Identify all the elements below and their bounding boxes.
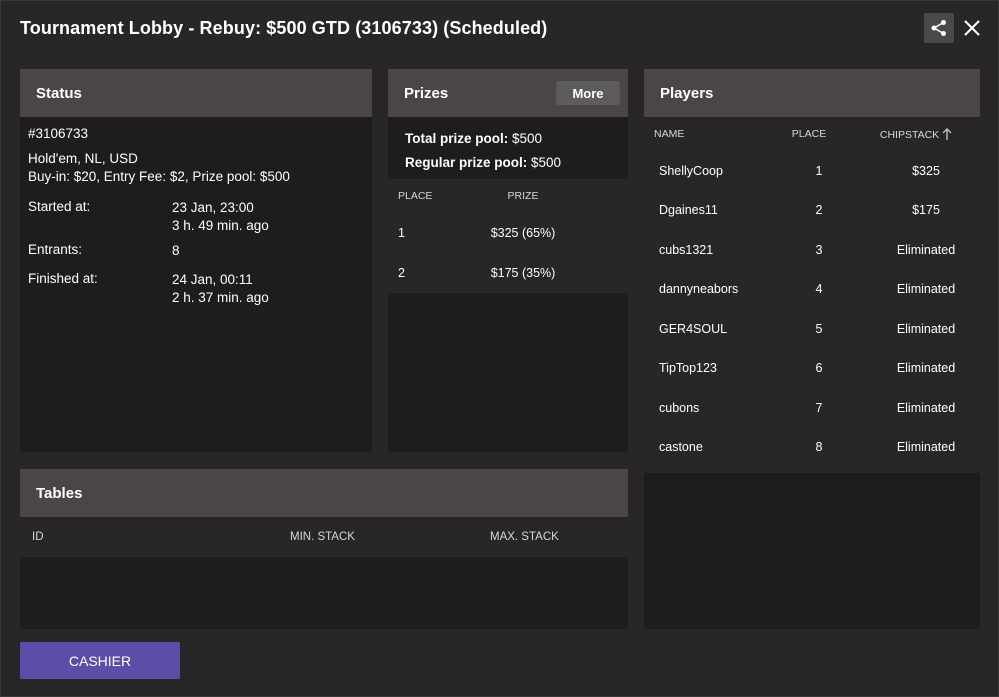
player-place: 1 — [815, 163, 823, 178]
player-place: 2 — [815, 203, 823, 218]
player-chipstack: $325 — [912, 163, 940, 178]
col-id[interactable]: ID — [20, 531, 280, 543]
prizes-header: Prizes More — [388, 69, 628, 117]
share-icon — [931, 20, 946, 36]
player-chipstack: Eliminated — [896, 242, 956, 257]
tables-header: Tables — [20, 469, 628, 517]
player-chipstack: Eliminated — [896, 440, 956, 455]
table-row[interactable]: ShellyCoop 1 $325 — [644, 151, 980, 191]
player-place: 4 — [815, 282, 823, 297]
share-button[interactable] — [924, 13, 954, 43]
finished-row: Finished at: 24 Jan, 00:11 2 h. 37 min. … — [28, 271, 364, 307]
more-button[interactable]: More — [556, 81, 620, 105]
window-title: Tournament Lobby - Rebuy: $500 GTD (3106… — [20, 18, 548, 38]
players-table-header: NAME PLACE CHIPSTACK — [644, 117, 980, 151]
player-chipstack: Eliminated — [896, 321, 956, 336]
table-row[interactable]: GER4SOUL 5 Eliminated — [644, 309, 980, 349]
finished-ago: 2 h. 37 min. ago — [172, 290, 269, 305]
players-panel: Players NAME PLACE CHIPSTACK ShellyCoop … — [644, 69, 980, 629]
player-name: TipTop123 — [659, 361, 717, 376]
close-icon — [964, 20, 980, 36]
table-row[interactable]: Dgaines11 2 $175 — [644, 191, 980, 231]
buyin-info: Buy-in: $20, Entry Fee: $2, Prize pool: … — [28, 169, 290, 184]
prize-place: 2 — [398, 266, 405, 280]
player-place: 8 — [815, 440, 823, 455]
tables-panel: Tables ID MIN. STACK MAX. STACK — [20, 469, 628, 629]
col-chipstack-label: CHIPSTACK — [879, 128, 940, 141]
player-chipstack: Eliminated — [896, 400, 956, 415]
player-name: cubs1321 — [659, 242, 714, 257]
player-place: 3 — [815, 242, 823, 257]
player-chipstack: $175 — [912, 203, 940, 218]
game-type: Hold'em, NL, USD — [28, 151, 138, 166]
started-value: 23 Jan, 23:00 — [172, 200, 254, 215]
total-prize-label: Total prize pool: — [405, 131, 509, 146]
tables-table-header: ID MIN. STACK MAX. STACK — [20, 517, 628, 557]
table-row[interactable]: cubons 7 Eliminated — [644, 388, 980, 428]
player-name: Dgaines11 — [659, 203, 718, 218]
player-name: castone — [659, 440, 703, 455]
entrants-value: 8 — [172, 243, 180, 258]
status-header: Status — [20, 69, 372, 117]
prize-place: 1 — [398, 226, 405, 240]
player-place: 5 — [815, 321, 823, 336]
player-name: ShellyCoop — [659, 163, 723, 178]
col-place: PLACE — [398, 190, 433, 202]
player-name: dannyneabors — [659, 282, 739, 297]
total-prize-value: $500 — [512, 131, 543, 146]
col-name[interactable]: NAME — [644, 128, 754, 140]
prize-table: PLACE PRIZE 1 $325 (65%) 2 $175 (35%) — [388, 179, 628, 293]
players-header: Players — [644, 69, 980, 117]
entrants-row: Entrants: 8 — [28, 242, 364, 260]
arrow-up-icon — [942, 127, 952, 140]
player-place: 6 — [815, 361, 823, 376]
tournament-lobby-window: Tournament Lobby - Rebuy: $500 GTD (3106… — [0, 0, 999, 697]
col-min-stack[interactable]: MIN. STACK — [280, 531, 480, 543]
entrants-label: Entrants: — [28, 242, 83, 257]
col-place[interactable]: PLACE — [754, 128, 864, 140]
close-button[interactable] — [959, 15, 985, 41]
player-name: cubons — [659, 400, 700, 415]
prizes-panel: Prizes More Total prize pool: $500 Regul… — [388, 69, 628, 452]
col-max-stack[interactable]: MAX. STACK — [480, 531, 628, 543]
table-row[interactable]: cubs1321 3 Eliminated — [644, 230, 980, 270]
player-chipstack: Eliminated — [896, 282, 956, 297]
table-row[interactable]: castone 8 Eliminated — [644, 428, 980, 468]
prize-summary: Total prize pool: $500 Regular prize poo… — [388, 117, 628, 179]
tables-list — [20, 557, 628, 629]
started-row: Started at: 23 Jan, 23:00 3 h. 49 min. a… — [28, 199, 364, 235]
player-name: GER4SOUL — [659, 321, 728, 336]
started-label: Started at: — [28, 199, 91, 214]
finished-value: 24 Jan, 00:11 — [172, 272, 253, 287]
regular-prize-label: Regular prize pool: — [405, 155, 528, 170]
col-chipstack[interactable]: CHIPSTACK — [864, 127, 980, 141]
cashier-button[interactable]: CASHIER — [20, 642, 180, 679]
table-row[interactable]: TipTop123 6 Eliminated — [644, 349, 980, 389]
table-row[interactable]: dannyneabors 4 Eliminated — [644, 270, 980, 310]
prize-amount: $325 (65%) — [490, 226, 556, 240]
finished-label: Finished at: — [28, 271, 98, 286]
table-row: 2 $175 (35%) — [388, 253, 628, 293]
started-ago: 3 h. 49 min. ago — [172, 218, 269, 233]
table-row: 1 $325 (65%) — [388, 213, 628, 253]
regular-prize-value: $500 — [531, 155, 562, 170]
tournament-id: #3106733 — [28, 126, 89, 141]
prizes-header-label: Prizes — [404, 84, 449, 102]
player-chipstack: Eliminated — [896, 361, 956, 376]
prize-table-header: PLACE PRIZE — [388, 179, 628, 213]
status-panel: Status #3106733 Hold'em, NL, USD Buy-in:… — [20, 69, 372, 452]
player-place: 7 — [815, 400, 823, 415]
prize-amount: $175 (35%) — [490, 266, 556, 280]
col-prize: PRIZE — [507, 190, 539, 202]
